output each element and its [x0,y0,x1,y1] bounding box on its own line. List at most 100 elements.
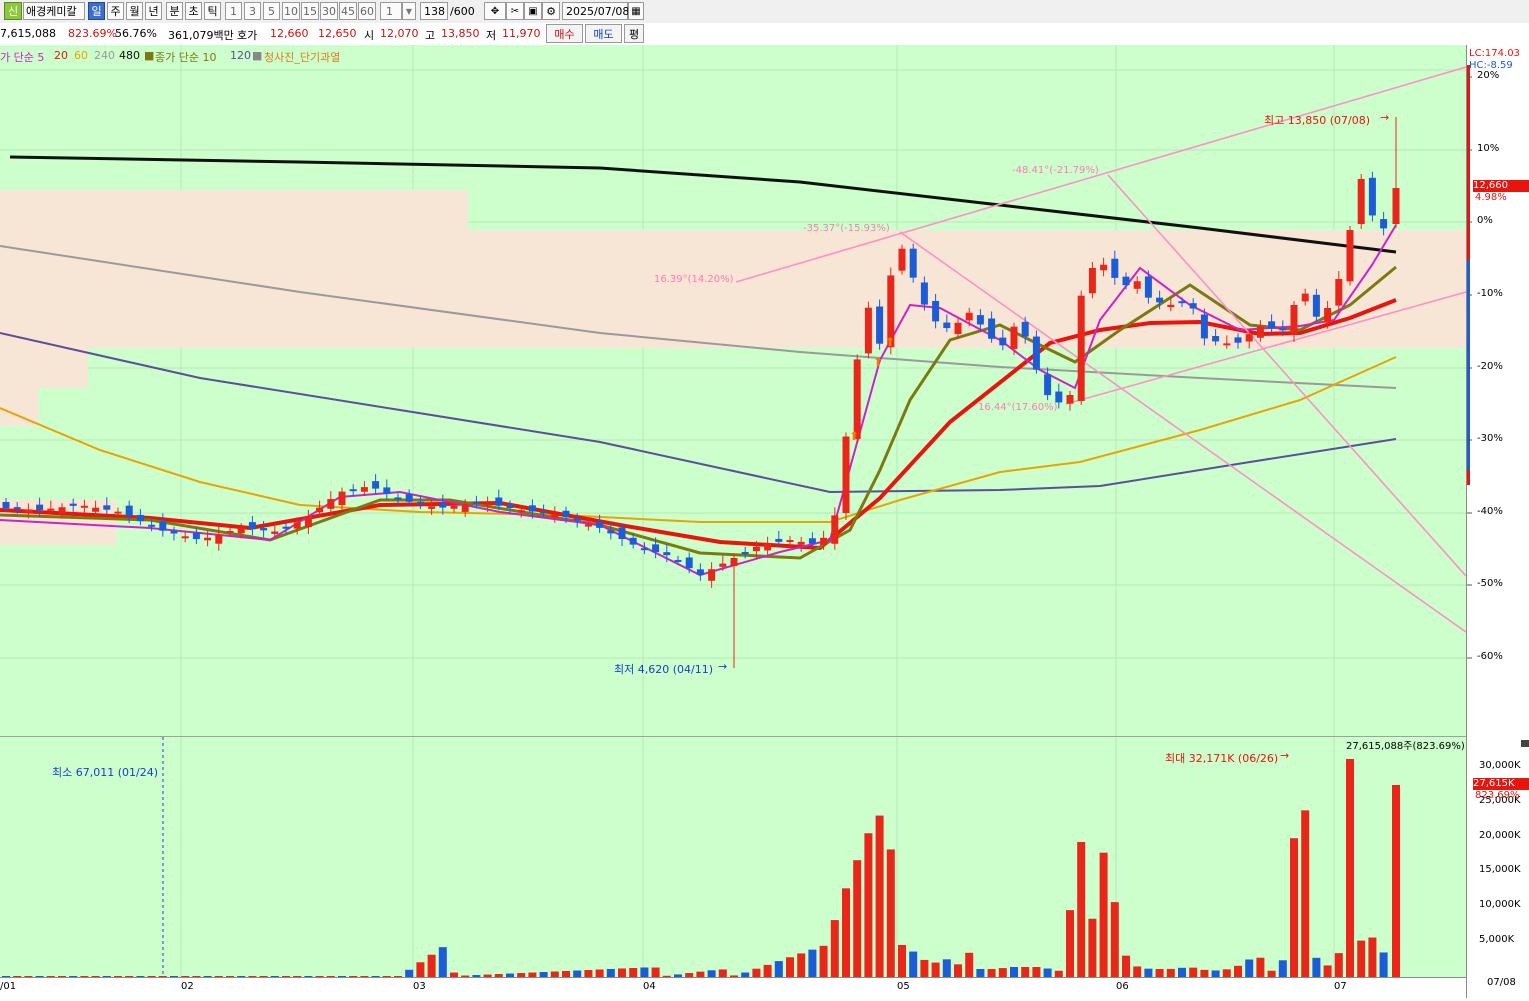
period-day[interactable]: 일 [88,2,105,20]
stock-badge[interactable]: 신 [4,2,22,20]
volume-bar [1021,967,1030,977]
volume-bar [1099,852,1108,977]
candle-body [226,531,234,533]
period-month[interactable]: 월 [126,2,143,20]
tick-minus40: -40% [1477,506,1503,517]
vtick-20000: 20,000K [1479,830,1521,841]
volume-bar [1133,966,1142,977]
candle-body [1346,230,1354,282]
crosshair-icon[interactable]: ✥ [484,2,506,20]
sell-button[interactable]: 매도 [585,24,622,43]
save-icon[interactable]: ▣ [524,2,542,20]
period-tick[interactable]: 틱 [204,2,221,20]
low-arrow-icon: → [718,660,728,673]
candle-body [820,537,828,545]
minute-30[interactable]: 30 [320,2,338,20]
candle-body [752,546,760,552]
volume-bar [595,969,604,977]
price-chart-area[interactable]: ⬆ ⬆ ⬆ 최고 13,850 (07/08) → 최저 4,620 (04/11)… [0,45,1466,736]
period-week[interactable]: 주 [107,2,124,20]
volume-bar [640,967,649,977]
minute-1[interactable]: 1 [225,2,242,20]
candle-body [1111,258,1119,278]
minute-3[interactable]: 3 [244,2,261,20]
volume-bar [965,952,974,977]
volume-bar [1189,967,1198,977]
candle-body [1088,267,1096,294]
minute-15[interactable]: 15 [301,2,319,20]
minute-45[interactable]: 45 [339,2,357,20]
volume-bar [606,968,615,977]
candle-body [248,522,256,530]
volume-bar [718,969,727,977]
volume-bar [752,968,761,977]
buy-button[interactable]: 매수 [546,24,583,43]
candle-body [920,282,928,305]
candle-body [708,569,716,581]
candle-body [1223,343,1231,346]
candle-body [349,489,357,492]
count-total: /600 [450,5,475,18]
settings-icon[interactable]: ⚙ [542,2,560,20]
volume-bar [1222,969,1231,977]
candle-body [58,507,66,514]
volume-bar [864,833,873,977]
candle-body [540,511,548,514]
candle-body [1032,336,1040,370]
candle-body [797,541,805,545]
tools-icon[interactable]: ✂ [506,2,524,20]
candle-body [876,306,884,344]
candle-body [629,537,637,545]
candle-body [2,502,10,509]
legend-ma240: 240 [94,49,115,62]
signal-arrow-icon: ⬆ [885,335,895,349]
candle-body [1189,303,1197,309]
candle-body [304,515,312,528]
candle-body [786,540,794,542]
volume-bar [1234,965,1242,977]
candle-body [775,538,783,542]
candle-body [730,558,738,566]
volume-bar [1323,965,1332,977]
volume-bar [1245,959,1254,977]
period-year[interactable]: 년 [145,2,162,20]
candle-body [1144,276,1152,298]
volume-bar [651,967,660,977]
minute-5[interactable]: 5 [263,2,280,20]
candle-body [148,524,156,527]
volume-bar [1346,759,1354,977]
candle-body [562,510,570,517]
candle-body [842,436,850,513]
trend-label-4: 16.44°(17.60%) [978,402,1058,413]
volume-bar [954,964,962,977]
period-minute[interactable]: 분 [166,2,183,20]
date-input[interactable]: 2025/07/08 [562,2,629,20]
x-label-jul: 07 [1334,981,1347,992]
volume-bar [629,967,638,977]
count-input[interactable]: 138 [420,2,448,20]
price-chart: ⬆⬆⬆ [0,45,1466,736]
candle-body [1357,179,1365,224]
candle-body [484,503,492,506]
minute-10[interactable]: 10 [282,2,300,20]
low-price: 11,970 [502,27,541,40]
candle-body [932,300,940,322]
tick-minus60: -60% [1477,651,1503,662]
volume-chart-area[interactable]: 최소 67,011 (01/24) 최대 32,171K (06/26) → 2… [0,737,1466,977]
unit-input[interactable]: 1 [380,2,402,20]
minute-60[interactable]: 60 [358,2,376,20]
legend-indicator: 청사진_단기과열 [264,51,341,64]
unit-dropdown-icon[interactable]: ▼ [402,2,416,20]
average-button[interactable]: 평 [624,24,644,43]
candle-body [1256,326,1264,338]
candle-body [584,524,592,527]
period-second[interactable]: 초 [185,2,202,20]
volume-bar [1278,960,1287,977]
calendar-icon[interactable]: ▦ [628,2,644,20]
volume-bar [416,962,425,977]
volume-bar [998,968,1007,977]
volume-bar [1032,967,1041,977]
candle-body [13,507,21,510]
candle-body [685,557,693,569]
stock-name-field[interactable]: 애경케미칼 [23,2,85,20]
